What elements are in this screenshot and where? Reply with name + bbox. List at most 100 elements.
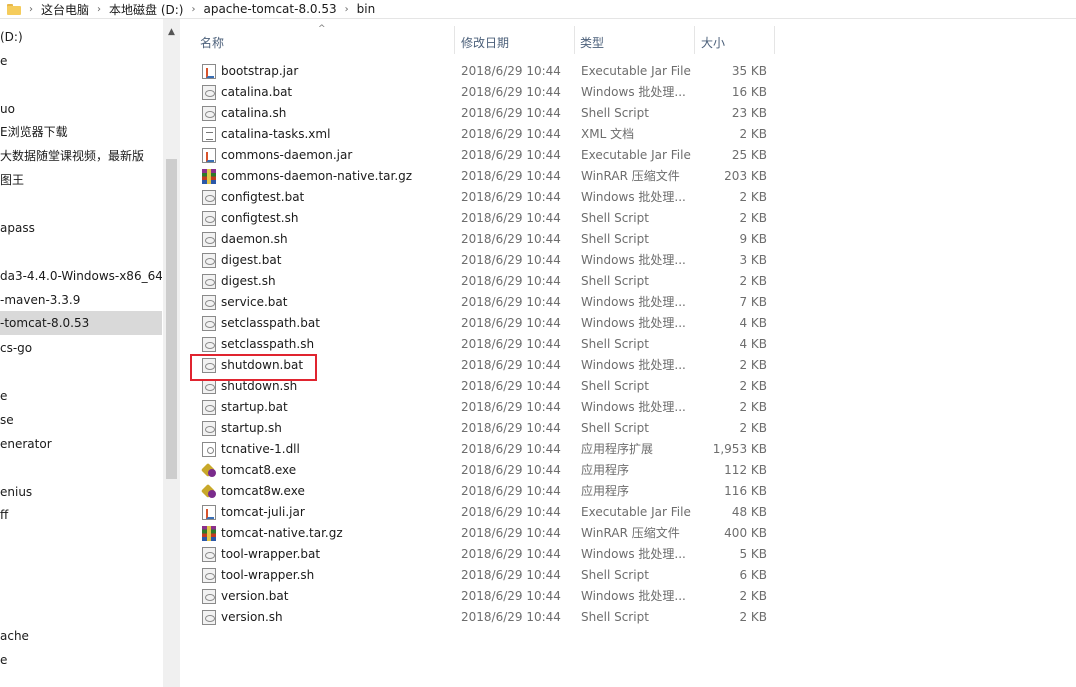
column-headers: 名称 修改日期 类型 大小 [190,22,780,56]
sidebar-item[interactable]: uo [0,97,15,121]
bat-icon [202,85,216,100]
file-row[interactable]: startup.bat 2018/6/29 10:44 Windows 批处理...… [196,397,776,418]
file-row[interactable]: commons-daemon-native.tar.gz 2018/6/29 10… [196,166,776,187]
sidebar-item[interactable]: (D:) [0,25,23,49]
file-row[interactable]: setclasspath.bat 2018/6/29 10:44 Windows 批… [196,313,776,334]
file-row[interactable]: tcnative-1.dll 2018/6/29 10:44 应用程序扩展 1,953… [196,439,776,460]
file-row[interactable]: service.bat 2018/6/29 10:44 Windows 批处理...… [196,292,776,313]
sidebar-item[interactable]: -tomcat-8.0.53 [0,311,162,335]
sidebar-item[interactable]: apass [0,216,35,240]
breadcrumb-tomcat[interactable]: apache-tomcat-8.0.53 [203,2,336,16]
sidebar-scrollbar[interactable]: ▲ [163,19,180,687]
file-name: catalina-tasks.xml [221,127,331,141]
breadcrumb-drive-d[interactable]: 本地磁盘 (D:) [109,1,183,18]
file-size: 116 KB [724,484,767,498]
sidebar-item[interactable]: -maven-3.3.9 [0,288,80,312]
file-type: Windows 批处理... [581,547,686,561]
file-row[interactable]: configtest.bat 2018/6/29 10:44 Windows 批处理… [196,187,776,208]
sidebar-item[interactable]: enerator [0,432,52,456]
file-row[interactable]: tool-wrapper.sh 2018/6/29 10:44 Shell Scri… [196,565,776,586]
column-divider[interactable] [454,26,455,54]
column-header-name[interactable]: 名称 [200,34,224,51]
file-row[interactable]: catalina.bat 2018/6/29 10:44 Windows 批处理..… [196,82,776,103]
file-size: 4 KB [739,337,767,351]
chevron-right-icon[interactable]: › [191,4,195,15]
file-type: Shell Script [581,274,649,288]
sidebar-item[interactable]: ache [0,624,29,648]
file-type: Shell Script [581,379,649,393]
file-date: 2018/6/29 10:44 [461,127,561,141]
file-row[interactable]: digest.bat 2018/6/29 10:44 Windows 批处理... 3… [196,250,776,271]
sidebar-item[interactable]: da3-4.4.0-Windows-x86_64 [0,264,162,288]
file-row[interactable]: bootstrap.jar 2018/6/29 10:44 Executable J… [196,61,776,82]
sidebar-item[interactable]: e [0,49,7,73]
file-name: configtest.sh [221,211,299,225]
file-name: tomcat-native.tar.gz [221,526,343,540]
bat-icon [202,106,216,121]
address-bar[interactable]: › 这台电脑 › 本地磁盘 (D:) › apache-tomcat-8.0.5… [0,0,1076,19]
file-date: 2018/6/29 10:44 [461,211,561,225]
file-name: setclasspath.sh [221,337,315,351]
file-row[interactable]: catalina-tasks.xml 2018/6/29 10:44 XML 文档 2… [196,124,776,145]
file-row[interactable]: version.bat 2018/6/29 10:44 Windows 批处理...… [196,586,776,607]
column-divider[interactable] [774,26,775,54]
file-size: 2 KB [739,421,767,435]
xml-icon [202,127,216,142]
column-header-date[interactable]: 修改日期 [461,34,509,51]
file-size: 112 KB [724,463,767,477]
chevron-right-icon[interactable]: › [345,4,349,15]
file-row[interactable]: commons-daemon.jar 2018/6/29 10:44 Executa… [196,145,776,166]
file-row[interactable]: setclasspath.sh 2018/6/29 10:44 Shell Scri… [196,334,776,355]
file-row[interactable]: tomcat-native.tar.gz 2018/6/29 10:44 WinRA… [196,523,776,544]
sidebar-item[interactable]: E浏览器下载 [0,120,68,144]
column-header-type[interactable]: 类型 [580,34,604,51]
file-row[interactable]: tomcat8.exe 2018/6/29 10:44 应用程序 112 KB [196,460,776,481]
sidebar-item[interactable]: e [0,648,7,672]
file-size: 16 KB [731,85,767,99]
column-divider[interactable] [574,26,575,54]
file-date: 2018/6/29 10:44 [461,610,561,624]
sidebar-item[interactable]: cs-go [0,336,32,360]
sidebar-item[interactable]: 图王 [0,168,24,192]
breadcrumb-bin[interactable]: bin [357,2,376,16]
sidebar-item[interactable]: se [0,408,14,432]
exe-icon [202,463,216,478]
file-row[interactable]: configtest.sh 2018/6/29 10:44 Shell Script… [196,208,776,229]
sidebar-item[interactable]: ff [0,503,8,527]
scrollbar-thumb[interactable] [166,159,177,479]
file-type: Windows 批处理... [581,295,686,309]
file-row[interactable]: digest.sh 2018/6/29 10:44 Shell Script 2 KB [196,271,776,292]
file-date: 2018/6/29 10:44 [461,253,561,267]
bat-icon [202,379,216,394]
file-row[interactable]: tool-wrapper.bat 2018/6/29 10:44 Windows 批… [196,544,776,565]
sidebar-item[interactable]: 大数据随堂课视频，最新版 [0,144,144,168]
file-row[interactable]: version.sh 2018/6/29 10:44 Shell Script 2 K… [196,607,776,628]
file-type: 应用程序 [581,463,630,477]
file-date: 2018/6/29 10:44 [461,64,561,78]
file-row[interactable]: startup.sh 2018/6/29 10:44 Shell Script 2 K… [196,418,776,439]
rar-icon [202,169,216,184]
file-date: 2018/6/29 10:44 [461,232,561,246]
bat-icon [202,295,216,310]
bat-icon [202,274,216,289]
file-size: 48 KB [731,505,767,519]
file-size: 2 KB [739,400,767,414]
file-row[interactable]: tomcat-juli.jar 2018/6/29 10:44 Executable… [196,502,776,523]
sidebar-item[interactable]: e [0,384,7,408]
file-size: 203 KB [724,169,767,183]
chevron-right-icon[interactable]: › [97,4,101,15]
file-name: tcnative-1.dll [221,442,300,456]
file-name: daemon.sh [221,232,288,246]
file-date: 2018/6/29 10:44 [461,400,561,414]
file-row[interactable]: catalina.sh 2018/6/29 10:44 Shell Script 23… [196,103,776,124]
column-header-size[interactable]: 大小 [701,34,725,51]
file-type: WinRAR 压缩文件 [581,169,680,183]
breadcrumb-this-pc[interactable]: 这台电脑 [41,1,89,18]
scroll-up-arrow-icon[interactable]: ▲ [163,27,180,37]
chevron-right-icon[interactable]: › [29,4,33,15]
sidebar-item[interactable]: enius [0,480,32,504]
file-row[interactable]: daemon.sh 2018/6/29 10:44 Shell Script 9 KB [196,229,776,250]
column-divider[interactable] [694,26,695,54]
file-row[interactable]: tomcat8w.exe 2018/6/29 10:44 应用程序 116 KB [196,481,776,502]
file-size: 23 KB [731,106,767,120]
